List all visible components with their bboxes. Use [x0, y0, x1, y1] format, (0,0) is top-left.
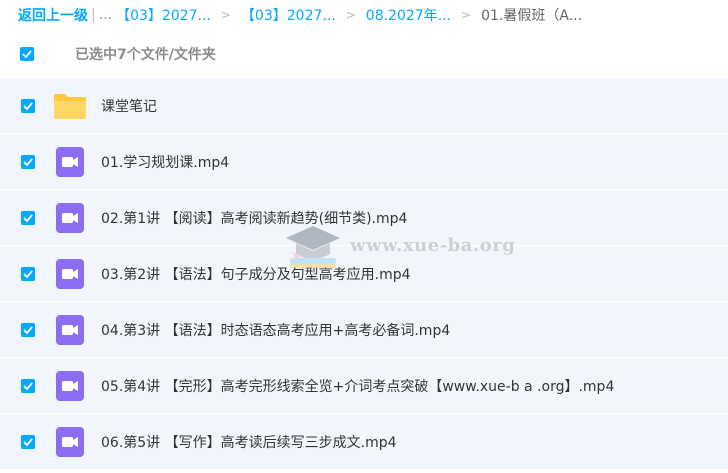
video-file-icon [53, 257, 87, 291]
row-checkbox[interactable] [21, 154, 35, 169]
checkmark-icon [23, 269, 33, 278]
video-file-icon [53, 201, 87, 235]
breadcrumb: 返回上一级 | ... 【03】2027... > 【03】2027... > … [0, 0, 728, 30]
folder-icon [53, 89, 87, 123]
file-name[interactable]: 课堂笔记 [101, 96, 157, 116]
video-file-icon [53, 369, 87, 403]
video-file-icon [53, 145, 87, 179]
breadcrumb-segment[interactable]: 08.2027年... [366, 5, 451, 25]
row-checkbox[interactable] [21, 98, 35, 113]
checkmark-icon [23, 325, 33, 334]
breadcrumb-separator: > [220, 8, 231, 22]
file-list: 课堂笔记 01.学习规划课.mp4 02.第1讲 【阅读】高考阅读新趋势(细节类… [0, 78, 728, 469]
list-item[interactable]: 01.学习规划课.mp4 [0, 134, 728, 189]
file-name[interactable]: 03.第2讲 【语法】句子成分及句型高考应用.mp4 [101, 264, 411, 284]
list-item[interactable]: 05.第4讲 【完形】高考完形线索全览+介词考点突破【www.xue-b a .… [0, 358, 728, 413]
breadcrumb-separator: > [345, 8, 356, 22]
checkmark-icon [23, 213, 33, 222]
row-checkbox[interactable] [21, 378, 35, 393]
select-all-checkbox[interactable] [20, 47, 34, 61]
checkmark-icon [23, 101, 33, 110]
breadcrumb-segment[interactable]: 【03】2027... [241, 5, 336, 25]
checkmark-icon [23, 157, 33, 166]
breadcrumb-ellipsis[interactable]: ... [99, 7, 112, 23]
breadcrumb-current: 01.暑假班（A... [481, 8, 583, 24]
file-name[interactable]: 01.学习规划课.mp4 [101, 152, 229, 172]
list-item[interactable]: 02.第1讲 【阅读】高考阅读新趋势(细节类).mp4 [0, 190, 728, 245]
row-checkbox[interactable] [21, 322, 35, 337]
file-name[interactable]: 06.第5讲 【写作】高考读后续写三步成文.mp4 [101, 432, 397, 452]
selection-header: 已选中7个文件/文件夹 [0, 30, 728, 78]
row-checkbox[interactable] [21, 210, 35, 225]
file-name[interactable]: 05.第4讲 【完形】高考完形线索全览+介词考点突破【www.xue-b a .… [101, 376, 614, 396]
selection-count: 已选中7个文件/文件夹 [75, 47, 216, 63]
row-checkbox[interactable] [21, 434, 35, 449]
file-name[interactable]: 02.第1讲 【阅读】高考阅读新趋势(细节类).mp4 [101, 208, 407, 228]
list-item[interactable]: 课堂笔记 [0, 78, 728, 133]
back-link[interactable]: 返回上一级 [18, 5, 88, 25]
row-checkbox[interactable] [21, 266, 35, 281]
list-item[interactable]: 06.第5讲 【写作】高考读后续写三步成文.mp4 [0, 414, 728, 469]
breadcrumb-divider: | [91, 7, 96, 23]
checkmark-icon [23, 437, 33, 446]
breadcrumb-separator: > [461, 8, 472, 22]
file-name[interactable]: 04.第3讲 【语法】时态语态高考应用+高考必备词.mp4 [101, 320, 450, 340]
list-item[interactable]: 03.第2讲 【语法】句子成分及句型高考应用.mp4 [0, 246, 728, 301]
checkmark-icon [23, 381, 33, 390]
list-item[interactable]: 04.第3讲 【语法】时态语态高考应用+高考必备词.mp4 [0, 302, 728, 357]
video-file-icon [53, 425, 87, 459]
video-file-icon [53, 313, 87, 347]
breadcrumb-segment[interactable]: 【03】2027... [116, 5, 211, 25]
checkmark-icon [22, 50, 32, 58]
